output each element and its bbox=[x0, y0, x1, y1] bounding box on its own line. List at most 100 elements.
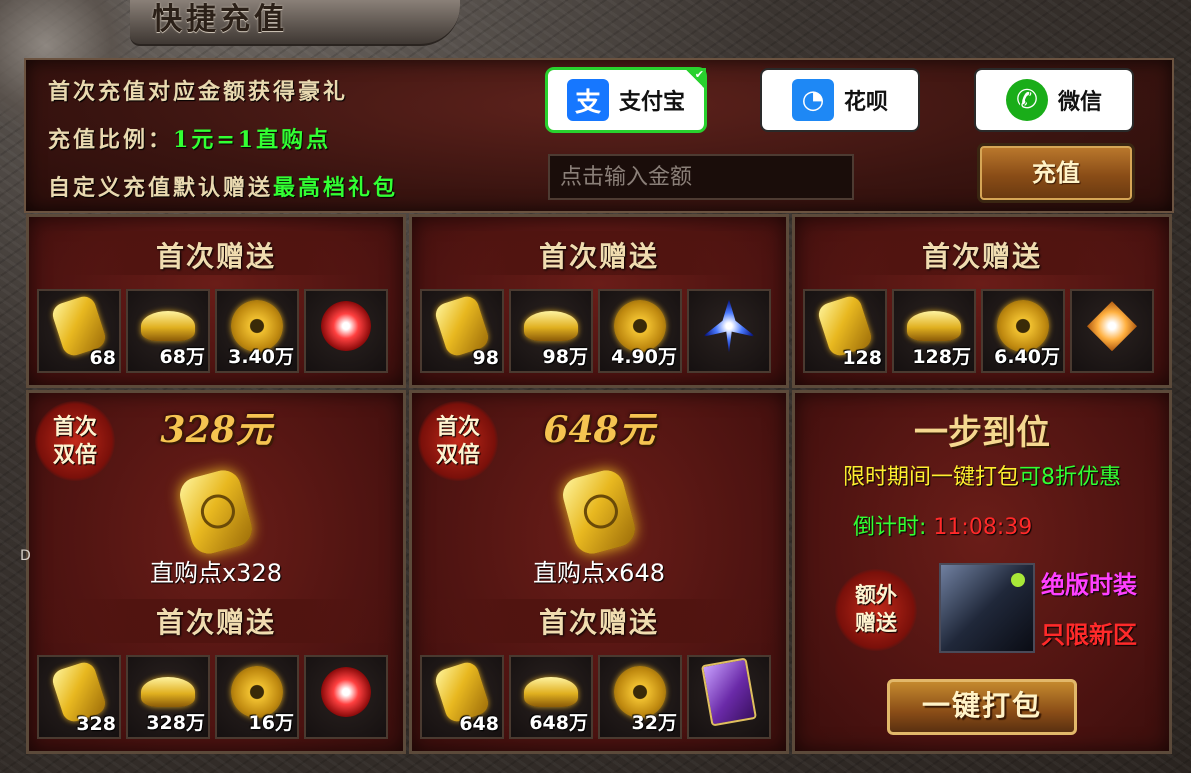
reward-item[interactable]: 98 bbox=[420, 289, 504, 373]
reward-item[interactable]: 4.90万 bbox=[598, 289, 682, 373]
reward-items: 98 98万 4.90万 bbox=[420, 289, 771, 373]
reward-item[interactable]: 3.40万 bbox=[215, 289, 299, 373]
reward-item[interactable]: 16万 bbox=[215, 655, 299, 739]
tier-card-3: 首次赠送 128 128万 6.40万 bbox=[792, 214, 1172, 388]
recharge-button[interactable]: 充值 bbox=[980, 146, 1132, 200]
reward-amount: 128 bbox=[842, 347, 882, 369]
tier-card-1: 首次赠送 68 68万 3.40万 bbox=[26, 214, 406, 388]
first-gift-label: 首次赠送 bbox=[538, 240, 659, 273]
red-spirit-icon bbox=[321, 301, 371, 352]
reward-item[interactable] bbox=[687, 655, 771, 739]
reward-item[interactable]: 68 bbox=[37, 289, 121, 373]
reward-items: 128 128万 6.40万 bbox=[803, 289, 1154, 373]
reward-amount: 68 bbox=[89, 347, 116, 369]
gold-bar-icon bbox=[558, 466, 640, 558]
reward-amount: 648万 bbox=[529, 712, 588, 734]
tier-card-2: 首次赠送 98 98万 4.90万 bbox=[409, 214, 789, 388]
reward-amount: 3.40万 bbox=[228, 346, 294, 368]
custom-recharge-label: 自定义充值默认赠送 bbox=[48, 175, 274, 201]
pay-huabei-button[interactable]: ◔ 花呗 bbox=[762, 70, 918, 130]
tier-card-328: 首次 双倍 328元 直购点x328 首次赠送 328 328万 16万 bbox=[26, 390, 406, 754]
red-swirl-icon bbox=[321, 667, 371, 718]
reward-amount: 98 bbox=[472, 347, 499, 369]
costume-preview-icon[interactable] bbox=[939, 563, 1035, 653]
promo-title: 一步到位 bbox=[914, 413, 1050, 453]
reward-item[interactable]: 128 bbox=[803, 289, 887, 373]
reward-amount: 4.90万 bbox=[611, 346, 677, 368]
purchase-points: 直购点x648 bbox=[532, 559, 665, 587]
reward-item[interactable]: 32万 bbox=[598, 655, 682, 739]
reward-amount: 328万 bbox=[146, 712, 205, 734]
reward-amount: 98万 bbox=[542, 346, 588, 368]
pay-alipay-label: 支付宝 bbox=[618, 90, 685, 115]
custom-recharge-info: 自定义充值默认赠送最高档礼包 bbox=[48, 170, 398, 202]
gold-bar-icon bbox=[175, 466, 257, 558]
alipay-icon: 支 bbox=[566, 79, 609, 121]
recharge-ratio-value: 1元=1直购点 bbox=[173, 127, 332, 153]
huabei-icon: ◔ bbox=[791, 79, 834, 121]
wechat-icon: ✆ bbox=[1005, 79, 1048, 121]
one-click-pack-button[interactable]: 一键打包 bbox=[887, 679, 1077, 735]
first-gift-label: 首次赠送 bbox=[155, 240, 276, 273]
reward-amount: 648 bbox=[459, 713, 499, 735]
reward-items: 328 328万 16万 bbox=[37, 655, 388, 739]
countdown-label: 倒计时: bbox=[853, 515, 927, 540]
first-gift-label: 首次赠送 bbox=[538, 606, 659, 639]
reward-item[interactable]: 6.40万 bbox=[981, 289, 1065, 373]
amount-input[interactable] bbox=[548, 154, 854, 200]
reward-items: 68 68万 3.40万 bbox=[37, 289, 388, 373]
pay-wechat-button[interactable]: ✆ 微信 bbox=[976, 70, 1132, 130]
gold-ingot-icon bbox=[524, 311, 578, 342]
promo-line-prefix: 限时期间一键打包 bbox=[842, 465, 1019, 490]
gold-ingot-icon bbox=[141, 677, 195, 708]
gold-ingot-icon bbox=[141, 311, 195, 342]
pay-huabei-label: 花呗 bbox=[843, 90, 888, 115]
pay-wechat-label: 微信 bbox=[1057, 90, 1102, 115]
first-recharge-info: 首次充值对应金额获得豪礼 bbox=[48, 79, 349, 105]
reward-items: 648 648万 32万 bbox=[420, 655, 771, 739]
reward-item[interactable]: 68万 bbox=[126, 289, 210, 373]
tier-card-648: 首次 双倍 648元 直购点x648 首次赠送 648 648万 32万 bbox=[409, 390, 789, 754]
reward-item[interactable] bbox=[1070, 289, 1154, 373]
gold-ingot-icon bbox=[524, 677, 578, 708]
first-gift-label: 首次赠送 bbox=[921, 240, 1042, 273]
recharge-ratio: 充值比例：1元=1直购点 bbox=[48, 122, 331, 154]
reward-item[interactable] bbox=[304, 289, 388, 373]
tier-price: 648元 bbox=[543, 409, 655, 451]
costume-label-exclusive: 绝版时装 bbox=[1041, 571, 1137, 599]
costume-dot bbox=[1011, 573, 1025, 587]
reward-item[interactable]: 648万 bbox=[509, 655, 593, 739]
reward-amount: 32万 bbox=[631, 712, 677, 734]
reward-amount: 16万 bbox=[248, 712, 294, 734]
reward-item[interactable]: 128万 bbox=[892, 289, 976, 373]
reward-item[interactable]: 648 bbox=[420, 655, 504, 739]
recharge-ratio-label: 充值比例： bbox=[48, 127, 174, 153]
reward-amount: 68万 bbox=[159, 346, 205, 368]
tier-price: 328元 bbox=[160, 409, 272, 451]
countdown: 倒计时: 11:08:39 bbox=[853, 509, 1032, 541]
check-icon: ✔ bbox=[684, 68, 706, 90]
side-marker: D bbox=[20, 548, 31, 564]
costume-label-new-server: 只限新区 bbox=[1041, 621, 1137, 649]
promo-discount-line: 限时期间一键打包可8折优惠 bbox=[795, 459, 1169, 491]
purchase-points: 直购点x328 bbox=[149, 559, 282, 587]
reward-item[interactable]: 328 bbox=[37, 655, 121, 739]
reward-item[interactable]: 328万 bbox=[126, 655, 210, 739]
pay-alipay-button[interactable]: 支 支付宝 ✔ bbox=[548, 68, 706, 130]
reward-item[interactable] bbox=[304, 655, 388, 739]
window-title: 快捷充值 bbox=[152, 2, 288, 37]
reward-item[interactable]: 98万 bbox=[509, 289, 593, 373]
reward-amount: 6.40万 bbox=[994, 346, 1060, 368]
gold-ingot-icon bbox=[907, 311, 961, 342]
reward-item[interactable] bbox=[687, 289, 771, 373]
first-gift-label: 首次赠送 bbox=[155, 606, 276, 639]
countdown-value: 11:08:39 bbox=[933, 515, 1033, 540]
one-step-promo-card: 一步到位 限时期间一键打包可8折优惠 倒计时: 11:08:39 额外 赠送 绝版… bbox=[792, 390, 1172, 754]
orange-emblem-icon bbox=[1087, 301, 1137, 352]
blue-crown-icon bbox=[702, 299, 756, 354]
extra-gift-badge: 额外 赠送 bbox=[835, 569, 917, 651]
reward-amount: 128万 bbox=[912, 346, 971, 368]
purple-card-icon bbox=[700, 657, 758, 727]
recharge-panel: 首次充值对应金额获得豪礼 充值比例：1元=1直购点 自定义充值默认赠送最高档礼包… bbox=[24, 58, 1174, 213]
promo-line-highlight: 可8折优惠 bbox=[1019, 465, 1121, 490]
